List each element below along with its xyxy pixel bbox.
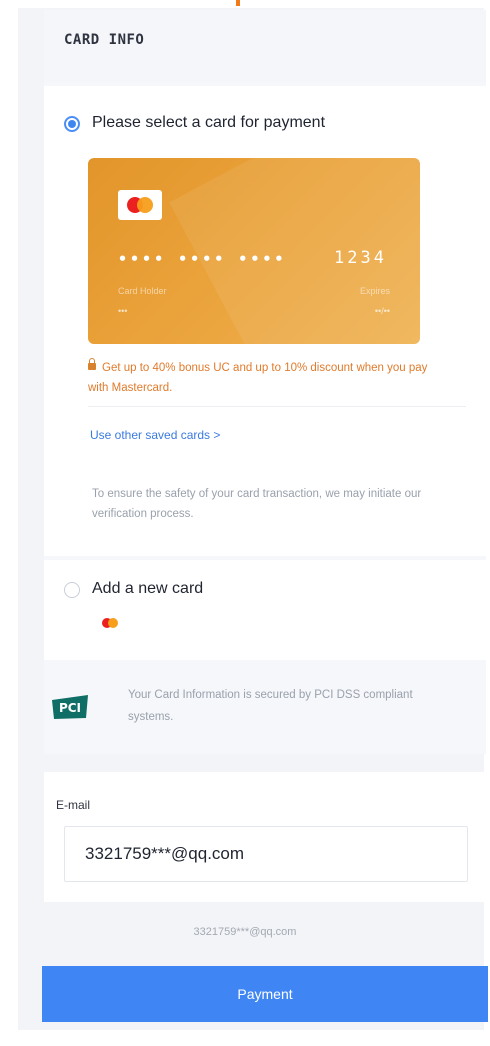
email-input[interactable] (64, 826, 468, 882)
top-accent-bar (236, 0, 240, 6)
saved-card-option: Please select a card for payment •••• ••… (44, 86, 486, 556)
promo-text: Get up to 40% bonus UC and up to 10% dis… (88, 362, 428, 394)
new-card-option[interactable]: Add a new card (44, 560, 486, 660)
pci-logo-icon: PCI (52, 695, 88, 719)
card-info-header: CARD INFO (44, 10, 486, 82)
card-info-section: CARD INFO Please select a card for payme… (44, 10, 486, 754)
card-masked-number: •••• •••• •••• (118, 250, 287, 268)
email-echo: 3321759***@qq.com (193, 926, 297, 938)
mastercard-small-icon (100, 616, 120, 630)
lock-icon (88, 358, 96, 370)
divider (88, 406, 466, 407)
new-card-option-label[interactable]: Add a new card (92, 580, 203, 598)
saved-card-radio[interactable] (64, 116, 80, 132)
pci-security-notice: PCI Your Card Information is secured by … (44, 664, 486, 754)
use-other-saved-cards-link[interactable]: Use other saved cards > (90, 428, 220, 442)
email-section: E-mail (44, 772, 486, 902)
saved-card-option-label[interactable]: Please select a card for payment (92, 114, 325, 132)
card-expiry-label: Expires (359, 286, 390, 296)
new-card-radio[interactable] (64, 582, 80, 598)
pci-text: Your Card Information is secured by PCI … (128, 689, 413, 723)
svg-text:PCI: PCI (59, 701, 81, 715)
promo-message: Get up to 40% bonus UC and up to 10% dis… (88, 358, 448, 398)
safety-note: To ensure the safety of your card transa… (92, 488, 422, 520)
saved-card[interactable]: •••• •••• •••• 1234 Card Holder ••• Expi… (88, 158, 420, 344)
payment-button[interactable]: Payment (42, 966, 488, 1022)
mastercard-logo-icon (118, 190, 162, 220)
card-holder-label: Card Holder (118, 286, 167, 296)
email-label: E-mail (56, 798, 91, 812)
card-last-four: 1234 (334, 248, 387, 268)
card-holder-value: ••• (118, 306, 128, 316)
card-expiry-value: ••/•• (374, 306, 390, 316)
card-info-title: CARD INFO (64, 32, 145, 48)
